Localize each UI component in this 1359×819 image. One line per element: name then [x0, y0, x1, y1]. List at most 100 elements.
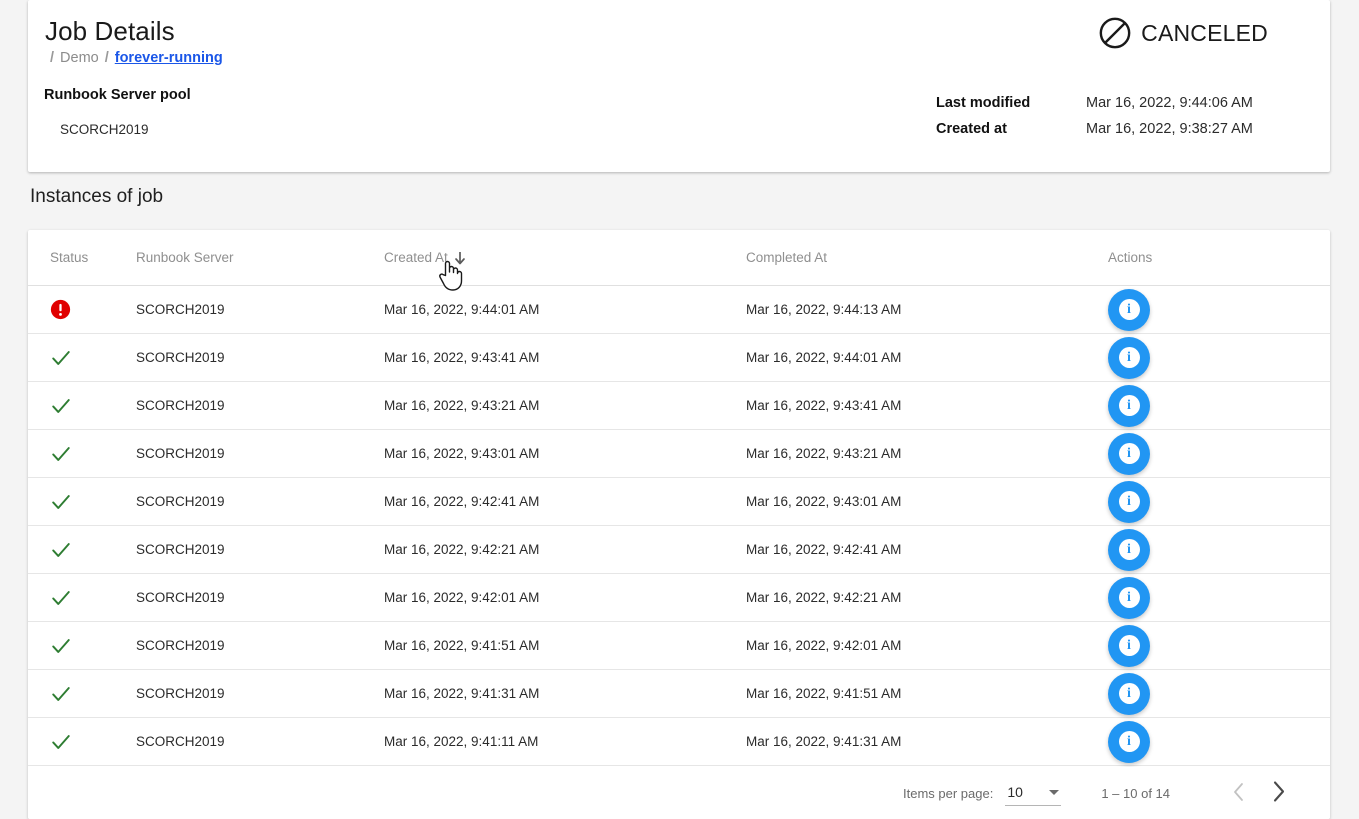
cell-runbook-server: SCORCH2019: [136, 590, 384, 605]
cell-completed-at: Mar 16, 2022, 9:42:41 AM: [746, 542, 1108, 557]
meta-key-created-at: Created at: [936, 121, 1086, 137]
sort-created-at[interactable]: Created At: [384, 250, 466, 265]
cell-status: [28, 299, 136, 320]
cell-status: [28, 443, 136, 465]
breadcrumb-separator-2: /: [105, 50, 109, 66]
cell-status: [28, 539, 136, 561]
check-icon: [50, 395, 136, 417]
cell-completed-at: Mar 16, 2022, 9:44:13 AM: [746, 302, 1108, 317]
cell-created-at: Mar 16, 2022, 9:42:41 AM: [384, 494, 746, 509]
table-row: SCORCH2019Mar 16, 2022, 9:44:01 AMMar 16…: [28, 286, 1330, 334]
info-button[interactable]: i: [1108, 385, 1150, 427]
cell-completed-at: Mar 16, 2022, 9:43:21 AM: [746, 446, 1108, 461]
cell-runbook-server: SCORCH2019: [136, 638, 384, 653]
breadcrumb: / Demo / forever-running: [50, 50, 223, 66]
items-per-page-value: 10: [1007, 784, 1023, 800]
next-page-button[interactable]: [1258, 773, 1298, 813]
info-button[interactable]: i: [1108, 289, 1150, 331]
info-icon: i: [1119, 443, 1140, 464]
cell-completed-at: Mar 16, 2022, 9:41:51 AM: [746, 686, 1108, 701]
status-badge: CANCELED: [1098, 16, 1268, 50]
column-header-created-at[interactable]: Created At: [384, 250, 746, 265]
info-button[interactable]: i: [1108, 337, 1150, 379]
cell-created-at: Mar 16, 2022, 9:44:01 AM: [384, 302, 746, 317]
cell-runbook-server: SCORCH2019: [136, 686, 384, 701]
meta-value-last-modified: Mar 16, 2022, 9:44:06 AM: [1086, 95, 1253, 111]
info-button[interactable]: i: [1108, 721, 1150, 763]
cell-status: [28, 683, 136, 705]
column-header-actions: Actions: [1108, 250, 1328, 265]
cancel-circle-slash-icon: [1098, 16, 1132, 50]
info-button[interactable]: i: [1108, 481, 1150, 523]
job-details-card: Job Details / Demo / forever-running Run…: [28, 0, 1330, 172]
cell-created-at: Mar 16, 2022, 9:42:21 AM: [384, 542, 746, 557]
table-row: SCORCH2019Mar 16, 2022, 9:41:31 AMMar 16…: [28, 670, 1330, 718]
cell-runbook-server: SCORCH2019: [136, 494, 384, 509]
cell-created-at: Mar 16, 2022, 9:41:11 AM: [384, 734, 746, 749]
cell-status: [28, 491, 136, 513]
cell-status: [28, 347, 136, 369]
cell-completed-at: Mar 16, 2022, 9:42:21 AM: [746, 590, 1108, 605]
table-row: SCORCH2019Mar 16, 2022, 9:41:11 AMMar 16…: [28, 718, 1330, 766]
cell-created-at: Mar 16, 2022, 9:43:01 AM: [384, 446, 746, 461]
column-header-completed-at: Completed At: [746, 250, 1108, 265]
paginator: Items per page: 10 1 – 10 of 14: [28, 767, 1330, 819]
info-button[interactable]: i: [1108, 673, 1150, 715]
cell-created-at: Mar 16, 2022, 9:41:31 AM: [384, 686, 746, 701]
info-icon: i: [1119, 395, 1140, 416]
chevron-down-icon: [1049, 790, 1059, 795]
table-row: SCORCH2019Mar 16, 2022, 9:41:51 AMMar 16…: [28, 622, 1330, 670]
cell-status: [28, 395, 136, 417]
cell-status: [28, 731, 136, 753]
items-per-page-select[interactable]: 10: [1005, 781, 1061, 806]
cell-actions: i: [1108, 385, 1328, 427]
cell-actions: i: [1108, 529, 1328, 571]
cell-actions: i: [1108, 433, 1328, 475]
table-row: SCORCH2019Mar 16, 2022, 9:42:21 AMMar 16…: [28, 526, 1330, 574]
cell-runbook-server: SCORCH2019: [136, 734, 384, 749]
column-header-status: Status: [28, 250, 136, 265]
chevron-right-icon: [1271, 780, 1286, 806]
check-icon: [50, 347, 136, 369]
arrow-down-icon: [454, 251, 466, 265]
cell-runbook-server: SCORCH2019: [136, 542, 384, 557]
check-icon: [50, 731, 136, 753]
instances-table-card: Status Runbook Server Created At Complet…: [28, 230, 1330, 819]
job-meta-list: Last modified Mar 16, 2022, 9:44:06 AM C…: [936, 90, 1253, 142]
table-row: SCORCH2019Mar 16, 2022, 9:43:01 AMMar 16…: [28, 430, 1330, 478]
meta-key-last-modified: Last modified: [936, 95, 1086, 111]
check-icon: [50, 683, 136, 705]
check-icon: [50, 491, 136, 513]
page-range-label: 1 – 10 of 14: [1101, 786, 1170, 801]
cell-runbook-server: SCORCH2019: [136, 398, 384, 413]
cell-actions: i: [1108, 625, 1328, 667]
cell-completed-at: Mar 16, 2022, 9:43:41 AM: [746, 398, 1108, 413]
check-icon: [50, 635, 136, 657]
table-row: SCORCH2019Mar 16, 2022, 9:43:21 AMMar 16…: [28, 382, 1330, 430]
cell-status: [28, 635, 136, 657]
breadcrumb-item-forever-running[interactable]: forever-running: [115, 50, 223, 66]
table-header-row: Status Runbook Server Created At Complet…: [28, 230, 1330, 286]
cell-runbook-server: SCORCH2019: [136, 302, 384, 317]
cell-runbook-server: SCORCH2019: [136, 350, 384, 365]
status-badge-label: CANCELED: [1141, 20, 1268, 47]
cell-created-at: Mar 16, 2022, 9:42:01 AM: [384, 590, 746, 605]
table-row: SCORCH2019Mar 16, 2022, 9:43:41 AMMar 16…: [28, 334, 1330, 382]
table-row: SCORCH2019Mar 16, 2022, 9:42:41 AMMar 16…: [28, 478, 1330, 526]
previous-page-button[interactable]: [1218, 773, 1258, 813]
meta-row-last-modified: Last modified Mar 16, 2022, 9:44:06 AM: [936, 90, 1253, 116]
chevron-left-icon: [1232, 782, 1245, 805]
info-button[interactable]: i: [1108, 433, 1150, 475]
cell-actions: i: [1108, 289, 1328, 331]
info-button[interactable]: i: [1108, 577, 1150, 619]
cell-runbook-server: SCORCH2019: [136, 446, 384, 461]
cell-status: [28, 587, 136, 609]
info-icon: i: [1119, 347, 1140, 368]
info-button[interactable]: i: [1108, 529, 1150, 571]
info-button[interactable]: i: [1108, 625, 1150, 667]
breadcrumb-item-demo[interactable]: Demo: [60, 50, 99, 66]
runbook-server-pool-label: Runbook Server pool: [44, 87, 191, 103]
table-row: SCORCH2019Mar 16, 2022, 9:42:01 AMMar 16…: [28, 574, 1330, 622]
table-body: SCORCH2019Mar 16, 2022, 9:44:01 AMMar 16…: [28, 286, 1330, 766]
cell-created-at: Mar 16, 2022, 9:43:41 AM: [384, 350, 746, 365]
